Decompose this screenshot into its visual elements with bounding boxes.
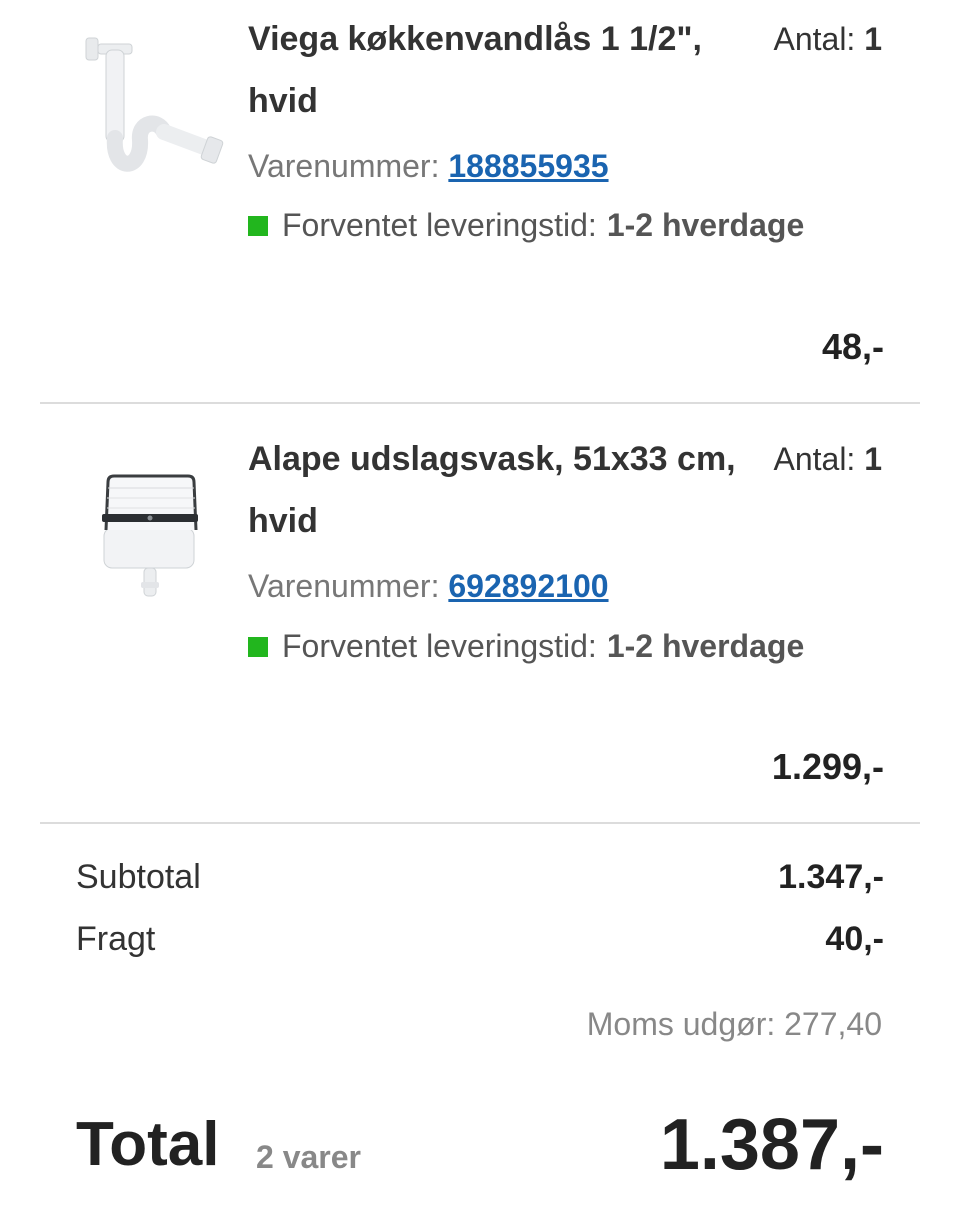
quantity-value: 1 xyxy=(864,441,882,477)
item-number: Varenummer: 692892100 xyxy=(248,568,609,605)
item-number-label: Varenummer: xyxy=(248,568,440,604)
subtotal-row: Subtotal 1.347,- xyxy=(76,858,884,897)
product-name[interactable]: Alape udslagsvask, 51x33 cm, hvid xyxy=(248,428,748,552)
item-price: 1.299,- xyxy=(771,746,884,787)
cart-item: Viega køkkenvandlås 1 1/2", hvid Antal: … xyxy=(0,0,960,404)
product-name[interactable]: Viega køkkenvandlås 1 1/2", hvid xyxy=(248,8,748,132)
item-number-link[interactable]: 188855935 xyxy=(448,148,608,184)
delivery-value: 1-2 hverdage xyxy=(606,207,805,243)
quantity-value: 1 xyxy=(864,21,882,57)
item-number-link[interactable]: 692892100 xyxy=(448,568,608,604)
delivery-label: Forventet leveringstid: xyxy=(282,207,597,243)
item-count: 2 varer xyxy=(256,1139,361,1175)
delivery-label: Forventet leveringstid: xyxy=(282,628,597,664)
total-value: 1.387,- xyxy=(659,1105,884,1185)
utility-sink-product-image[interactable] xyxy=(72,454,232,624)
in-stock-icon xyxy=(248,215,268,236)
divider xyxy=(40,822,920,824)
cart-page: Viega køkkenvandlås 1 1/2", hvid Antal: … xyxy=(0,0,960,1232)
item-number-label: Varenummer: xyxy=(248,148,440,184)
quantity-label: Antal: xyxy=(773,441,856,477)
quantity: Antal: 1 xyxy=(773,8,882,70)
delivery-estimate: Forventet leveringstid: 1-2 hverdage xyxy=(248,628,804,665)
drain-trap-product-image[interactable] xyxy=(72,22,232,192)
subtotal-label: Subtotal xyxy=(76,858,201,896)
quantity-label: Antal: xyxy=(773,21,856,57)
total-label: Total xyxy=(76,1110,220,1179)
delivery-value: 1-2 hverdage xyxy=(606,628,805,664)
delivery-estimate: Forventet leveringstid: 1-2 hverdage xyxy=(248,207,804,244)
shipping-value: 40,- xyxy=(825,920,884,958)
quantity: Antal: 1 xyxy=(773,428,882,490)
in-stock-icon xyxy=(248,636,268,657)
total-row: Total 2 varer 1.387,- xyxy=(76,1100,884,1190)
subtotal-value: 1.347,- xyxy=(778,858,884,896)
item-number: Varenummer: 188855935 xyxy=(248,148,609,185)
shipping-row: Fragt 40,- xyxy=(76,920,884,959)
shipping-label: Fragt xyxy=(76,920,156,958)
cart-item: Alape udslagsvask, 51x33 cm, hvid Antal:… xyxy=(0,404,960,824)
vat-amount: Moms udgør: 277,40 xyxy=(586,1006,882,1042)
item-price: 48,- xyxy=(821,326,884,367)
